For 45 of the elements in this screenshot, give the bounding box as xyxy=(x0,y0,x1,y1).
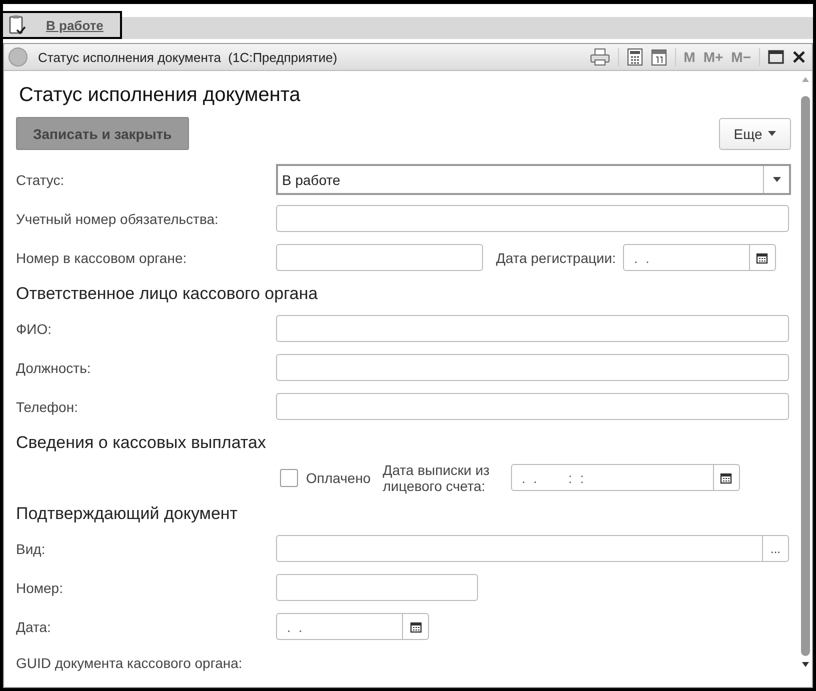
field-label: Статус: xyxy=(16,172,66,188)
date-field[interactable]: . . xyxy=(276,613,429,640)
document-tab[interactable]: В работе xyxy=(3,11,122,39)
field-label: ФИО: xyxy=(16,320,52,336)
field-label: Телефон: xyxy=(16,398,79,414)
datetime-field[interactable]: . . : : xyxy=(510,464,740,491)
section-heading: Сведения о кассовых выплатах xyxy=(16,432,267,454)
input-field[interactable] xyxy=(276,315,789,342)
field-label: Дата выписки из лицевого счета: xyxy=(382,462,491,494)
field-label: Дата регистрации: xyxy=(496,250,616,266)
caret-icon xyxy=(772,177,780,182)
close-icon[interactable] xyxy=(792,50,806,64)
field-label: Вид: xyxy=(16,540,46,556)
checkbox-label: Оплачено xyxy=(306,470,371,486)
input-field[interactable] xyxy=(276,244,483,271)
calendar-icon[interactable] xyxy=(720,472,732,484)
field-label: Должность: xyxy=(16,360,92,376)
field-label: Дата: xyxy=(16,618,52,634)
form-title: Статус исполнения документа xyxy=(19,84,302,107)
field-label: Номер: xyxy=(16,580,64,596)
select-field[interactable]: ... xyxy=(276,535,789,562)
printer-icon[interactable] xyxy=(590,48,610,66)
calendar-icon[interactable] xyxy=(650,48,667,66)
caret-icon xyxy=(768,131,776,136)
input-field[interactable] xyxy=(276,354,789,381)
field-label: Учетный номер обязательства: xyxy=(16,210,220,226)
field-label: Номер в кассовом органе: xyxy=(16,250,188,266)
input-field[interactable] xyxy=(276,393,789,420)
input-field[interactable] xyxy=(276,205,789,232)
checkbox[interactable] xyxy=(280,468,298,486)
more-button[interactable]: Еще xyxy=(719,118,791,150)
date-field[interactable]: . . xyxy=(622,244,776,271)
section-heading: Ответственное лицо кассового органа xyxy=(16,283,319,305)
status-dropdown[interactable]: В работе xyxy=(276,164,791,195)
section-heading: Подтверждающий документ xyxy=(16,503,239,525)
window-title: Статус исполнения документа (1С:Предприятие) xyxy=(38,50,338,64)
maximize-icon[interactable] xyxy=(768,50,784,64)
scroll-down-icon[interactable] xyxy=(802,662,809,667)
calendar-icon[interactable] xyxy=(410,620,422,632)
input-field[interactable] xyxy=(276,574,478,601)
calculator-icon[interactable] xyxy=(626,48,643,66)
field-label: GUID документа кассового органа: xyxy=(16,655,244,671)
calendar-icon[interactable] xyxy=(756,252,768,264)
clipboard-check-icon xyxy=(8,14,26,36)
save-close-button[interactable]: Записать и закрыть xyxy=(16,117,189,150)
